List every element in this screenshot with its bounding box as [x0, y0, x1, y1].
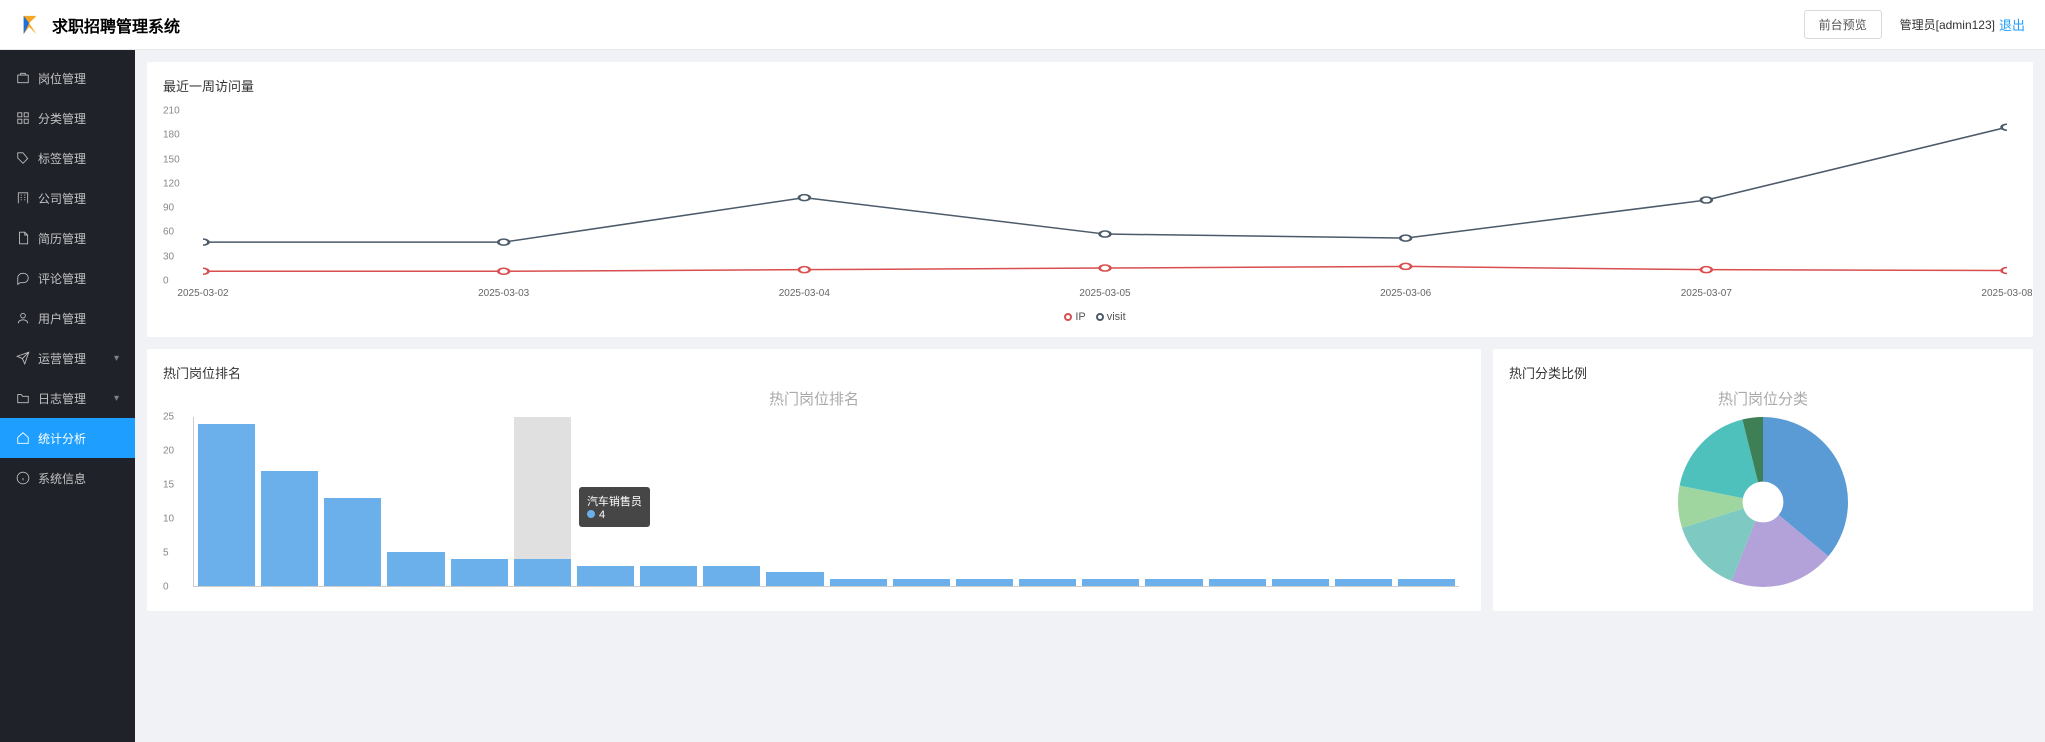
y-tick-label: 180: [163, 130, 180, 141]
sidebar-item-3[interactable]: 公司管理: [0, 178, 135, 218]
sidebar-item-7[interactable]: 运营管理 ▾: [0, 338, 135, 378]
legend-label: IP: [1075, 311, 1085, 323]
bar[interactable]: [451, 417, 508, 586]
x-tick-label: 2025-03-04: [779, 288, 830, 299]
sidebar-item-1[interactable]: 分类管理: [0, 98, 135, 138]
sidebar: 岗位管理分类管理标签管理公司管理简历管理评论管理用户管理运营管理 ▾ 日志管理 ▾ 统计…: [0, 50, 135, 742]
x-tick-label: 2025-03-07: [1681, 288, 1732, 299]
hot-rank-title: 热门岗位排名: [163, 363, 1465, 382]
app-title: 求职招聘管理系统: [52, 13, 180, 37]
sidebar-item-5[interactable]: 评论管理: [0, 258, 135, 298]
bar[interactable]: [766, 417, 823, 586]
x-tick-label: 2025-03-03: [478, 288, 529, 299]
y-tick-label: 15: [163, 480, 174, 491]
y-tick-label: 25: [163, 412, 174, 423]
comment-icon: [16, 271, 30, 285]
x-tick-label: 2025-03-06: [1380, 288, 1431, 299]
home-icon: [16, 431, 30, 445]
briefcase-icon: [16, 71, 30, 85]
bar[interactable]: [1145, 417, 1202, 586]
y-tick-label: 60: [163, 227, 174, 238]
y-tick-label: 120: [163, 178, 180, 189]
x-tick-label: 2025-03-08: [1981, 288, 2032, 299]
sidebar-item-label: 岗位管理: [38, 70, 86, 87]
hot-rank-card: 热门岗位排名 热门岗位排名 0 5 10 15 20 25 汽车销售员4: [147, 349, 1481, 611]
current-user-label: 管理员[admin123]: [1900, 16, 1995, 33]
visit-chart-card: 最近一周访问量 0 30 60 90 120 150 180 210 2025-03-02 20…: [147, 62, 2033, 337]
send-icon: [16, 351, 30, 365]
bar[interactable]: [198, 417, 255, 586]
bar[interactable]: [324, 417, 381, 586]
sidebar-item-label: 统计分析: [38, 430, 86, 447]
bar[interactable]: [893, 417, 950, 586]
sidebar-item-0[interactable]: 岗位管理: [0, 58, 135, 98]
sidebar-item-4[interactable]: 简历管理: [0, 218, 135, 258]
y-tick-label: 10: [163, 514, 174, 525]
logout-link[interactable]: 退出: [1999, 15, 2025, 34]
grid-icon: [16, 111, 30, 125]
folder-icon: [16, 391, 30, 405]
bar[interactable]: [1082, 417, 1139, 586]
sidebar-item-label: 运营管理: [38, 350, 86, 367]
y-tick-label: 0: [163, 276, 169, 287]
sidebar-item-label: 简历管理: [38, 230, 86, 247]
frontend-preview-button[interactable]: 前台预览: [1804, 10, 1882, 39]
bar[interactable]: [703, 417, 760, 586]
bar[interactable]: [387, 417, 444, 586]
y-tick-label: 20: [163, 446, 174, 457]
bar[interactable]: [830, 417, 887, 586]
sidebar-item-label: 评论管理: [38, 270, 86, 287]
visit-line-chart: 0 30 60 90 120 150 180 210 2025-03-02 2025-03-03…: [163, 101, 2017, 311]
bar[interactable]: [1398, 417, 1455, 586]
bar[interactable]: [1019, 417, 1076, 586]
sidebar-item-label: 用户管理: [38, 310, 86, 327]
hot-category-donut-chart: [1509, 417, 2017, 587]
building-icon: [16, 191, 30, 205]
bar[interactable]: 汽车销售员4: [514, 417, 571, 586]
app-header: 求职招聘管理系统 前台预览 管理员[admin123] 退出: [0, 0, 2045, 50]
sidebar-item-label: 标签管理: [38, 150, 86, 167]
chevron-down-icon: ▾: [114, 353, 119, 364]
hot-category-chart-title: 热门岗位分类: [1509, 388, 2017, 409]
sidebar-item-10[interactable]: 系统信息: [0, 458, 135, 498]
sidebar-item-2[interactable]: 标签管理: [0, 138, 135, 178]
y-tick-label: 210: [163, 106, 180, 117]
x-tick-label: 2025-03-02: [177, 288, 228, 299]
bar[interactable]: [1209, 417, 1266, 586]
sidebar-item-9[interactable]: 统计分析: [0, 418, 135, 458]
app-logo-icon: [20, 14, 42, 36]
bar[interactable]: [1335, 417, 1392, 586]
sidebar-item-8[interactable]: 日志管理 ▾: [0, 378, 135, 418]
x-tick-label: 2025-03-05: [1079, 288, 1130, 299]
info-icon: [16, 471, 30, 485]
hot-rank-bar-chart: 0510152025 汽车销售员4: [163, 417, 1465, 597]
sidebar-item-6[interactable]: 用户管理: [0, 298, 135, 338]
sidebar-item-label: 公司管理: [38, 190, 86, 207]
sidebar-item-label: 系统信息: [38, 470, 86, 487]
sidebar-item-label: 日志管理: [38, 390, 86, 407]
main-content: 最近一周访问量 0306090120150180210 2025-03-0220…: [135, 50, 2045, 742]
sidebar-item-label: 分类管理: [38, 110, 86, 127]
bar[interactable]: [1272, 417, 1329, 586]
visit-chart-title: 最近一周访问量: [163, 76, 2017, 95]
hot-category-title: 热门分类比例: [1509, 363, 2017, 382]
bar[interactable]: [956, 417, 1013, 586]
y-tick-label: 30: [163, 251, 174, 262]
legend-label: visit: [1107, 311, 1126, 323]
chevron-down-icon: ▾: [114, 393, 119, 404]
file-icon: [16, 231, 30, 245]
tag-icon: [16, 151, 30, 165]
y-tick-label: 0: [163, 582, 169, 593]
user-icon: [16, 311, 30, 325]
bar[interactable]: [261, 417, 318, 586]
y-tick-label: 150: [163, 154, 180, 165]
y-tick-label: 5: [163, 548, 169, 559]
chart-tooltip: 汽车销售员4: [579, 487, 650, 527]
hot-category-card: 热门分类比例 热门岗位分类: [1493, 349, 2033, 611]
y-tick-label: 90: [163, 203, 174, 214]
hot-rank-chart-title: 热门岗位排名: [163, 388, 1465, 409]
visit-chart-legend: IP visit: [163, 311, 2017, 323]
